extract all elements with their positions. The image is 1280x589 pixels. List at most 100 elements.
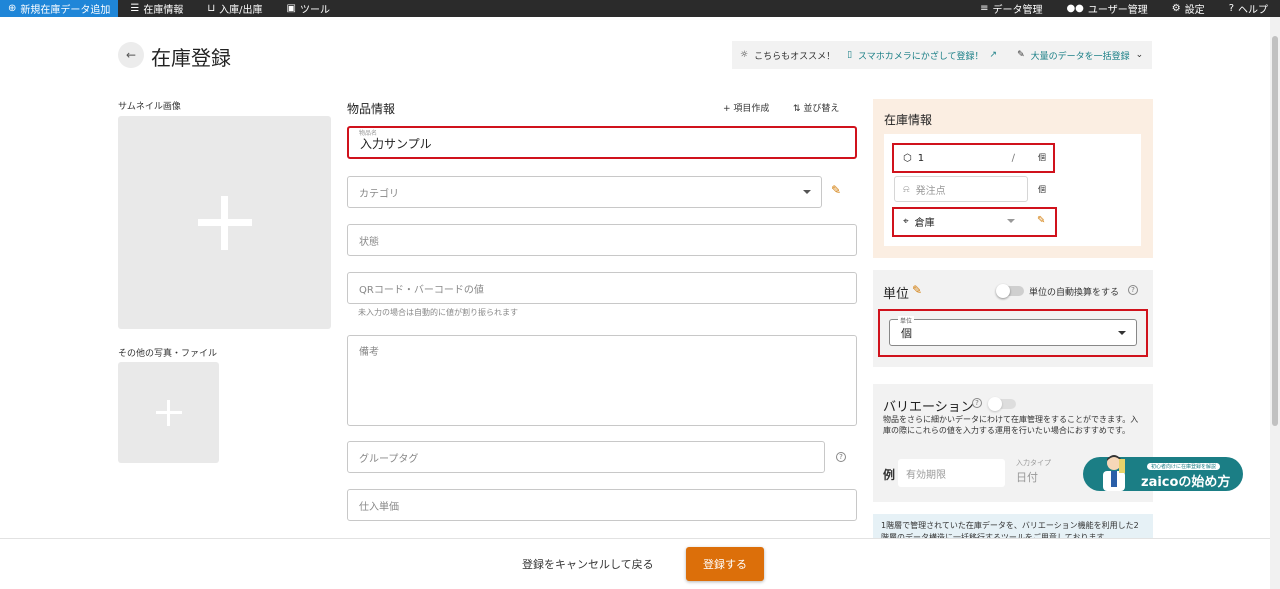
- thumbnail-label: サムネイル画像: [118, 102, 181, 112]
- stock-title: 在庫情報: [884, 113, 933, 127]
- unit-field-label: 単位: [898, 316, 915, 325]
- bell-icon: ⍾: [903, 183, 910, 195]
- new-stock-label: 新規在庫データ追加: [20, 5, 111, 16]
- phone-icon: ▯: [847, 50, 853, 60]
- magic-wand-icon[interactable]: ✎: [831, 183, 841, 197]
- promo-label: こちらもオススメ！: [754, 51, 836, 62]
- scrollbar-thumb[interactable]: [1272, 36, 1278, 426]
- pencil-icon: ✎: [1017, 50, 1025, 60]
- variation-title: バリエーション: [883, 400, 974, 415]
- list-icon: ☰: [130, 3, 140, 14]
- variation-example-value: 有効期限: [906, 469, 946, 481]
- gear-icon: ⚙: [1171, 3, 1181, 14]
- purchase-price-placeholder: 仕入単価: [359, 501, 399, 513]
- nav-tools[interactable]: ▣ ツール: [275, 0, 342, 17]
- reorder-point-input[interactable]: ⍾ 発注点: [894, 176, 1028, 202]
- item-name-value: 入力サンプル: [360, 137, 432, 151]
- submit-label: 登録する: [703, 558, 747, 571]
- sort-button[interactable]: ⇅ 並び替え: [793, 101, 839, 114]
- variation-description: 物品をさらに細かいデータにわけて在庫管理をすることができます。入庫の際にこれらの…: [883, 415, 1139, 435]
- input-type-label: 入力タイプ: [1016, 459, 1051, 467]
- nav-user-manage[interactable]: ●● ユーザー管理: [1054, 0, 1159, 17]
- item-section-title: 物品情報: [347, 102, 396, 116]
- top-nav: ⊕ 新規在庫データ追加 ☰ 在庫情報 ⊔ 入庫/出庫 ▣ ツール ≡ データ管理…: [0, 0, 1280, 17]
- nav-in-out-label: 入庫/出庫: [219, 5, 263, 16]
- promo-camera-link[interactable]: スマホカメラにかざして登録！: [858, 49, 983, 62]
- unit-caret-icon: [1118, 330, 1126, 335]
- nav-data-manage[interactable]: ≡ データ管理: [968, 0, 1054, 17]
- plus-icon-small-vertical: [167, 400, 170, 426]
- dropdown-caret-icon: [803, 190, 811, 194]
- users-icon: ●●: [1066, 3, 1084, 14]
- sort-icon: ⇅: [793, 104, 801, 114]
- promo-bulk-link[interactable]: 大量のデータを一括登録: [1031, 49, 1130, 62]
- arrow-left-icon: ←: [125, 48, 137, 62]
- nav-tools-label: ツール: [300, 5, 330, 16]
- location-highlight: [892, 207, 1057, 237]
- external-link-icon: ↗: [989, 50, 998, 60]
- nav-data-manage-label: データ管理: [992, 5, 1043, 16]
- nav-in-out[interactable]: ⊔ 入庫/出庫: [195, 0, 274, 17]
- data-list-icon: ≡: [980, 3, 989, 14]
- person-illustration-icon: [1103, 455, 1125, 491]
- plus-icon-vertical: [221, 196, 228, 250]
- variation-example-field: 有効期限: [898, 459, 1005, 487]
- reorder-unit: 個: [1038, 185, 1046, 194]
- plus-circle-icon: ⊕: [8, 3, 17, 14]
- help-circle-icon: ?: [1228, 3, 1234, 14]
- nav-settings-label: 設定: [1184, 5, 1205, 16]
- category-select[interactable]: カテゴリ: [347, 176, 822, 208]
- plus-icon: +: [723, 104, 731, 114]
- add-field-label: 項目作成: [733, 104, 770, 114]
- thumbnail-upload[interactable]: [118, 116, 331, 329]
- inbox-icon: ⊔: [207, 3, 216, 14]
- nav-settings[interactable]: ⚙ 設定: [1160, 0, 1217, 17]
- back-button[interactable]: ←: [118, 42, 144, 68]
- nav-help[interactable]: ? ヘルプ: [1217, 0, 1280, 17]
- nav-stock-info[interactable]: ☰ 在庫情報: [118, 0, 195, 17]
- help-icon[interactable]: ?: [836, 452, 846, 462]
- condition-input[interactable]: 状態: [347, 224, 857, 256]
- banner-big-text: zaicoの始め方: [1141, 475, 1231, 490]
- quantity-highlight: [892, 143, 1055, 173]
- item-name-label: 物品名: [359, 130, 378, 137]
- auto-convert-toggle[interactable]: [996, 284, 1024, 298]
- add-field-button[interactable]: + 項目作成: [723, 101, 769, 114]
- other-files-label: その他の写真・ファイル: [118, 349, 218, 359]
- nav-stock-info-label: 在庫情報: [143, 5, 184, 16]
- item-name-input[interactable]: 物品名 入力サンプル: [347, 126, 857, 159]
- variation-example-label: 例: [883, 468, 896, 482]
- chevron-down-icon: ⌄: [1135, 50, 1144, 60]
- toggle-knob: [996, 284, 1010, 298]
- zaico-guide-banner[interactable]: 初心者向けに在庫登録を解説 zaicoの始め方: [1083, 455, 1243, 491]
- unit-title: 単位: [883, 287, 910, 302]
- banner-small-text: 初心者向けに在庫登録を解説: [1147, 463, 1221, 470]
- new-stock-button[interactable]: ⊕ 新規在庫データ追加: [0, 0, 119, 17]
- auto-convert-label: 単位の自動換算をする: [1029, 288, 1120, 298]
- group-tag-input[interactable]: グループタグ: [347, 441, 825, 473]
- variation-help-icon[interactable]: ?: [972, 398, 982, 408]
- submit-button[interactable]: 登録する: [686, 547, 764, 581]
- code-input[interactable]: QRコード・バーコードの値: [347, 272, 857, 304]
- page-title: 在庫登録: [151, 46, 231, 70]
- memo-textarea[interactable]: 備考: [347, 335, 857, 426]
- unit-select[interactable]: 単位 個: [889, 316, 1137, 346]
- unit-help-icon[interactable]: ?: [1128, 285, 1138, 295]
- unit-field-value: 個: [901, 326, 912, 340]
- unit-wand-icon[interactable]: ✎: [912, 283, 922, 297]
- reorder-placeholder: 発注点: [915, 185, 946, 197]
- memo-placeholder: 備考: [359, 347, 379, 358]
- toolbox-icon: ▣: [286, 3, 296, 14]
- variation-toggle[interactable]: [988, 397, 1016, 411]
- variation-toggle-knob: [988, 397, 1002, 411]
- input-type-value: 日付: [1016, 471, 1038, 484]
- cancel-link[interactable]: 登録をキャンセルして戻る: [522, 556, 654, 572]
- group-tag-placeholder: グループタグ: [359, 453, 419, 465]
- other-files-upload[interactable]: [118, 362, 219, 463]
- code-hint: 未入力の場合は自動的に値が割り振られます: [358, 308, 518, 317]
- promo-bar: ☼ こちらもオススメ！ ▯ スマホカメラにかざして登録！ ↗ ✎ 大量のデータを…: [732, 41, 1152, 69]
- purchase-price-input[interactable]: 仕入単価: [347, 489, 857, 521]
- category-placeholder: カテゴリ: [359, 188, 399, 200]
- condition-placeholder: 状態: [359, 236, 379, 248]
- lightbulb-icon: ☼: [740, 50, 749, 60]
